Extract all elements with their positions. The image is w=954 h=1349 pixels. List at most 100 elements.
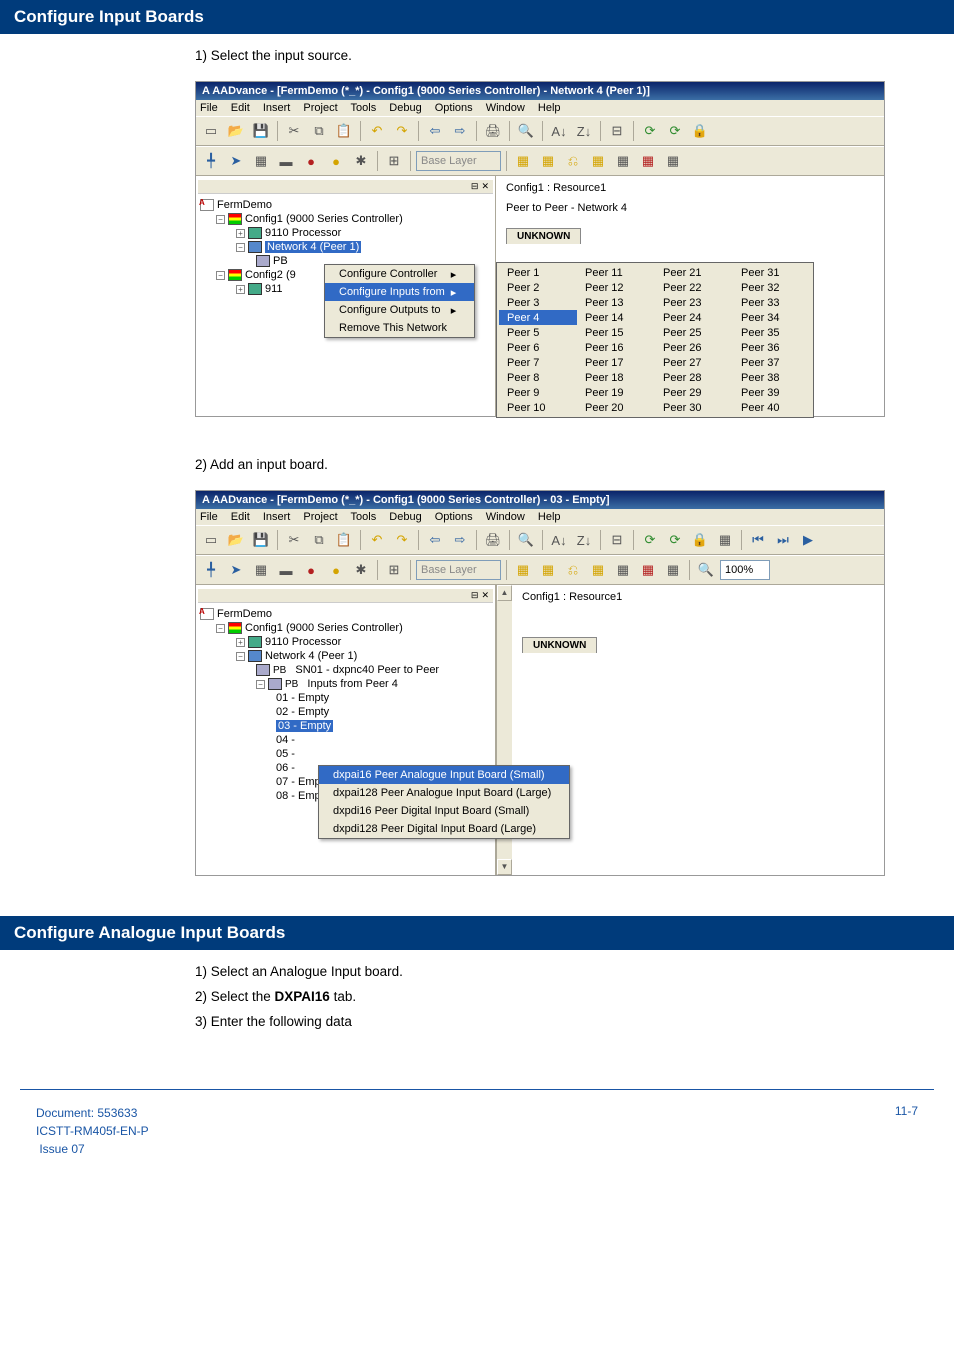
menu-window[interactable]: Window	[486, 102, 525, 114]
refresh-icon[interactable]: ⟳	[639, 120, 661, 142]
peer-item[interactable]: Peer 17	[577, 355, 655, 370]
save-icon[interactable]: 💾	[250, 120, 272, 142]
peer-item[interactable]: Peer 5	[499, 325, 577, 340]
tree-config1[interactable]: Config1 (9000 Series Controller)	[245, 622, 403, 634]
peer-item[interactable]: Peer 32	[733, 280, 811, 295]
peer-item[interactable]: Peer 34	[733, 310, 811, 325]
tool-e-icon[interactable]: ●	[300, 559, 322, 581]
peer-item[interactable]: Peer 39	[733, 385, 811, 400]
expand-icon[interactable]: +	[236, 638, 245, 647]
zoom-icon[interactable]: 🔍	[695, 559, 717, 581]
tree-sn[interactable]: SN01 - dxpnc40 Peer to Peer	[295, 664, 439, 676]
peer-item[interactable]: Peer 27	[655, 355, 733, 370]
peer-item[interactable]: Peer 1	[499, 265, 577, 280]
peer-item[interactable]: Peer 9	[499, 385, 577, 400]
menu-tools[interactable]: Tools	[351, 511, 377, 523]
collapse-icon[interactable]: −	[216, 271, 225, 280]
peer-item[interactable]: Peer 3	[499, 295, 577, 310]
menu-insert[interactable]: Insert	[263, 102, 291, 114]
tree-slot-05[interactable]: 05 -	[276, 748, 295, 760]
tool-c-icon[interactable]: ▦	[250, 150, 272, 172]
refresh2-icon[interactable]: ⟳	[664, 529, 686, 551]
play-start-icon[interactable]: ⏮	[747, 529, 769, 551]
layer-select[interactable]	[416, 151, 501, 171]
tree-slot-04[interactable]: 04 -	[276, 734, 295, 746]
ctx-dxpdi128[interactable]: dxpdi128 Peer Digital Input Board (Large…	[319, 820, 569, 838]
new-icon[interactable]: ▭	[200, 529, 222, 551]
peer-item[interactable]: Peer 24	[655, 310, 733, 325]
peer-item[interactable]: Peer 13	[577, 295, 655, 310]
tool-a-icon[interactable]: ╇	[200, 559, 222, 581]
menu-options[interactable]: Options	[435, 511, 473, 523]
menu-options[interactable]: Options	[435, 102, 473, 114]
sort-az-icon[interactable]: A↓	[548, 120, 570, 142]
tree-network[interactable]: Network 4 (Peer 1)	[265, 241, 361, 253]
sort-az-icon[interactable]: A↓	[548, 529, 570, 551]
undo-icon[interactable]: ↶	[366, 120, 388, 142]
pin-icon[interactable]: ⊟	[471, 590, 479, 601]
save-icon[interactable]: 💾	[250, 529, 272, 551]
collapse-icon[interactable]: −	[236, 243, 245, 252]
collapse-icon[interactable]: −	[216, 624, 225, 633]
new-icon[interactable]: ▭	[200, 120, 222, 142]
scroll-up-icon[interactable]: ▲	[497, 585, 512, 601]
tool-i-icon[interactable]: ▦	[512, 559, 534, 581]
menu-tools[interactable]: Tools	[351, 102, 377, 114]
peer-item[interactable]: Peer 16	[577, 340, 655, 355]
peer-item[interactable]: Peer 29	[655, 385, 733, 400]
tree-root[interactable]: FermDemo	[217, 608, 272, 620]
tool-l-icon[interactable]: ▦	[587, 150, 609, 172]
tree-processor2[interactable]: 911	[265, 283, 283, 295]
tool-j-icon[interactable]: ▦	[537, 559, 559, 581]
collapse-icon[interactable]: −	[216, 215, 225, 224]
undo-icon[interactable]: ↶	[366, 529, 388, 551]
menu-file[interactable]: File	[200, 511, 218, 523]
tool-g-icon[interactable]: ✱	[350, 150, 372, 172]
peer-item[interactable]: Peer 30	[655, 400, 733, 415]
print-icon[interactable]: 🖨	[482, 120, 504, 142]
menu-project[interactable]: Project	[303, 102, 337, 114]
ctx-configure-outputs[interactable]: Configure Outputs to▸	[325, 301, 474, 319]
menubar[interactable]: File Edit Insert Project Tools Debug Opt…	[196, 100, 884, 116]
tool-c-icon[interactable]: ▦	[250, 559, 272, 581]
copy-icon[interactable]: ⧉	[308, 120, 330, 142]
tool-f-icon[interactable]: ●	[325, 150, 347, 172]
scroll-down-icon[interactable]: ▼	[497, 859, 512, 875]
tool-h-icon[interactable]: ⊞	[383, 559, 405, 581]
peer-item[interactable]: Peer 14	[577, 310, 655, 325]
peer-item[interactable]: Peer 33	[733, 295, 811, 310]
tool-g-icon[interactable]: ✱	[350, 559, 372, 581]
play-icon[interactable]: ▶	[797, 529, 819, 551]
ctx-dxpai128[interactable]: dxpai128 Peer Analogue Input Board (Larg…	[319, 784, 569, 802]
peer-item[interactable]: Peer 8	[499, 370, 577, 385]
close-icon[interactable]: ✕	[481, 181, 489, 192]
tool-j-icon[interactable]: ▦	[537, 150, 559, 172]
collapse-icon[interactable]: −	[236, 652, 245, 661]
tool-m-icon[interactable]: ▦	[612, 150, 634, 172]
peer-item[interactable]: Peer 19	[577, 385, 655, 400]
menu-file[interactable]: File	[200, 102, 218, 114]
tool-l-icon[interactable]: ▦	[587, 559, 609, 581]
tool-e-icon[interactable]: ●	[300, 150, 322, 172]
tool-m-icon[interactable]: ▦	[612, 559, 634, 581]
refresh2-icon[interactable]: ⟳	[664, 120, 686, 142]
ctx-dxpai16[interactable]: dxpai16 Peer Analogue Input Board (Small…	[319, 766, 569, 784]
pin-icon[interactable]: ⊟	[471, 181, 479, 192]
refresh-icon[interactable]: ⟳	[639, 529, 661, 551]
cut-icon[interactable]: ✂	[283, 120, 305, 142]
tool-n-icon[interactable]: ▦	[637, 150, 659, 172]
close-icon[interactable]: ✕	[481, 590, 489, 601]
ctx-dxpdi16[interactable]: dxpdi16 Peer Digital Input Board (Small)	[319, 802, 569, 820]
tree-root[interactable]: FermDemo	[217, 199, 272, 211]
peer-item[interactable]: Peer 18	[577, 370, 655, 385]
peer-item[interactable]: Peer 28	[655, 370, 733, 385]
tool-d-icon[interactable]: ▬	[275, 150, 297, 172]
tree-config1[interactable]: Config1 (9000 Series Controller)	[245, 213, 403, 225]
menu-debug[interactable]: Debug	[389, 511, 421, 523]
peer-item[interactable]: Peer 36	[733, 340, 811, 355]
ctx-configure-controller[interactable]: Configure Controller▸	[325, 265, 474, 283]
prev-icon[interactable]: ⇦	[424, 120, 446, 142]
tree-processor[interactable]: 9110 Processor	[265, 636, 341, 648]
collapse-icon[interactable]: −	[256, 680, 265, 689]
peer-item[interactable]: Peer 22	[655, 280, 733, 295]
